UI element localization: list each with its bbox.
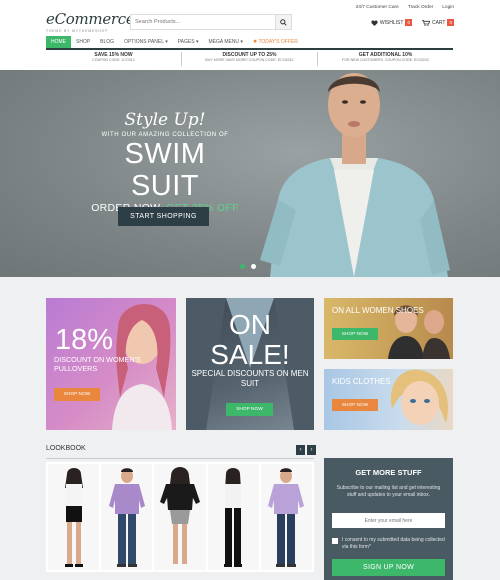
logo-text: eCommerce [46, 10, 135, 28]
lookbook-divider [46, 458, 314, 459]
discount-percent: 18% [55, 324, 114, 356]
lookbook-item[interactable] [101, 464, 153, 570]
promo-item: SAVE 15% NOW COUPON CODE: 1CO312 [46, 52, 182, 66]
slider-dot[interactable] [240, 264, 245, 269]
todays-offer-label: TODAY'S OFFER [258, 39, 298, 45]
promo-item: DISCOUNT UP TO 25% BUY MORE SAVE MORE! C… [182, 52, 318, 66]
promo-subtitle: FOR NEW CUSTOMERS. COUPON CODE: EC03242 [342, 58, 429, 62]
main-nav: HOME SHOP BLOG OPTIONS PANEL ▾ PAGES ▾ M… [46, 36, 453, 50]
start-shopping-button[interactable]: START SHOPPING [118, 207, 209, 226]
search-bar [130, 14, 292, 30]
customer-care-link[interactable]: 24/7 Customer Care [356, 5, 399, 10]
lookbook-next-button[interactable]: › [307, 445, 316, 455]
wishlist-link[interactable]: WISHLIST 0 [371, 19, 412, 26]
newsletter-email-input[interactable] [332, 513, 445, 528]
hero-slider: Style Up! WITH OUR AMAZING COLLECTION OF… [0, 70, 500, 277]
model-figure-image [268, 468, 305, 567]
top-links: 24/7 Customer Care Track Order Login [356, 5, 454, 10]
shop-now-button[interactable]: SHOP NOW [54, 388, 100, 401]
promo-subtitle: COUPON CODE: 1CO312 [92, 58, 135, 62]
kids-clothes-banner[interactable]: KIDS CLOTHES SHOP NOW [324, 369, 453, 430]
lookbook-item[interactable] [260, 464, 313, 570]
model-figure-image [224, 468, 243, 567]
cart-link[interactable]: CART 0 [421, 19, 454, 26]
slider-dot[interactable] [251, 264, 256, 269]
search-button[interactable] [275, 15, 291, 29]
pullovers-text: DISCOUNT ON WOMEN'S PULLOVERS [54, 355, 141, 373]
lookbook-item[interactable] [154, 464, 206, 570]
nav-item-mega-menu[interactable]: MEGA MENU ▾ [203, 36, 247, 48]
men-suit-sale-banner[interactable]: ON SALE! SPECIAL DISCOUNTS ON MEN SUIT S… [186, 298, 314, 430]
women-shoes-banner[interactable]: ON ALL WOMEN SHOES SHOP NOW [324, 298, 453, 359]
hero-headline: SWIM SUIT [124, 138, 206, 202]
model-figure-image [64, 468, 83, 567]
site-logo[interactable]: eCommerce THEME BY MYTHEMESHOP [46, 10, 135, 33]
login-link[interactable]: Login [442, 5, 454, 10]
consent-checkbox[interactable] [332, 538, 338, 544]
cart-icon [421, 19, 430, 26]
hero-style-up: Style Up! [124, 110, 206, 130]
promo-item: GET ADDITIONAL 10% FOR NEW CUSTOMERS. CO… [318, 52, 453, 66]
header-icon-links: WISHLIST 0 CART 0 [371, 19, 454, 26]
pullovers-banner[interactable]: 18% DISCOUNT ON WOMEN'S PULLOVERS SHOP N… [46, 298, 176, 430]
lookbook-title: LOOKBOOK [46, 445, 86, 452]
search-input[interactable] [131, 15, 275, 29]
wishlist-label: WISHLIST [379, 19, 404, 26]
shop-now-button[interactable]: SHOP NOW [226, 403, 273, 416]
women-shoes-label: ON ALL WOMEN SHOES [332, 306, 424, 315]
model-figure-image [160, 467, 200, 564]
newsletter-widget: GET MORE STUFF Subscribe to our mailing … [324, 458, 453, 580]
kid-image [390, 369, 448, 425]
hero-copy: Style Up! WITH OUR AMAZING COLLECTION OF… [90, 110, 240, 214]
search-icon [280, 18, 287, 26]
newsletter-title: GET MORE STUFF [355, 468, 422, 477]
lookbook-item[interactable] [48, 464, 100, 570]
sale-headline: ON SALE! [210, 309, 290, 370]
shop-now-button[interactable]: SHOP NOW [332, 328, 378, 340]
newsletter-description: Subscribe to our mailing list and get in… [336, 485, 441, 498]
sign-up-button[interactable]: SIGN UP NOW [332, 559, 445, 576]
nav-item-todays-offer[interactable]: ✸ TODAY'S OFFER [248, 36, 303, 48]
logo-tagline: THEME BY MYTHEMESHOP [46, 29, 109, 33]
consent-row: I consent to my submitted data being col… [332, 537, 445, 550]
site-header: eCommerce THEME BY MYTHEMESHOP 24/7 Cust… [0, 0, 500, 70]
promo-strip: SAVE 15% NOW COUPON CODE: 1CO312 DISCOUN… [46, 52, 453, 66]
consent-label: I consent to my submitted data being col… [342, 537, 445, 550]
lookbook-controls: ‹ › [296, 445, 316, 455]
lookbook-item[interactable] [207, 464, 259, 570]
heart-icon [371, 19, 378, 26]
nav-item-options-panel[interactable]: OPTIONS PANEL ▾ [119, 36, 173, 48]
hero-model-image [260, 73, 450, 277]
shop-now-button[interactable]: SHOP NOW [332, 399, 378, 411]
track-order-link[interactable]: Track Order [408, 5, 433, 10]
wishlist-count-badge: 0 [405, 19, 412, 26]
model-figure-image [108, 468, 145, 567]
kids-clothes-label: KIDS CLOTHES [332, 377, 391, 386]
lookbook-carousel [46, 462, 314, 572]
sale-subtext: SPECIAL DISCOUNTS ON MEN SUIT [191, 369, 309, 388]
nav-item-home[interactable]: HOME [46, 36, 71, 48]
lookbook-prev-button[interactable]: ‹ [296, 445, 305, 455]
nav-item-blog[interactable]: BLOG [95, 36, 119, 48]
cart-count-badge: 0 [447, 19, 454, 26]
slider-dots [240, 264, 256, 269]
nav-item-pages[interactable]: PAGES ▾ [173, 36, 204, 48]
nav-item-shop[interactable]: SHOP [71, 36, 95, 48]
cart-label: CART [431, 19, 446, 26]
promo-subtitle: BUY MORE SAVE MORE! COUPON CODE: ECO3242 [205, 58, 294, 62]
